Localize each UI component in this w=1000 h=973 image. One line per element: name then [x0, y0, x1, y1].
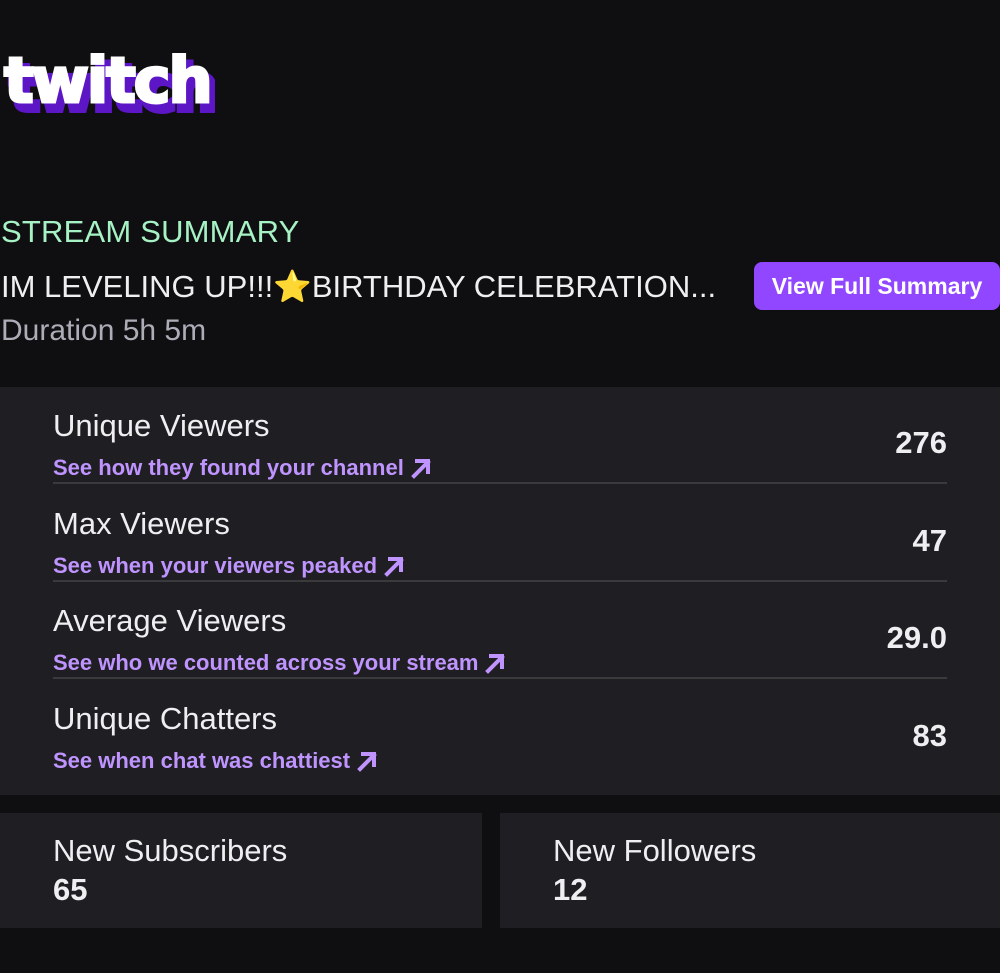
divider [53, 677, 947, 679]
stat-link-text[interactable]: See when your viewers peaked [53, 553, 377, 579]
stats-panel: Unique Viewers See how they found your c… [0, 387, 1000, 795]
stat-row-average-viewers: Average Viewers See who we counted acros… [53, 582, 947, 679]
card-value: 65 [53, 872, 88, 907]
divider [53, 482, 947, 484]
new-subscribers-card: New Subscribers 65 [0, 813, 482, 928]
stat-row-unique-viewers: Unique Viewers See how they found your c… [53, 387, 947, 484]
stat-link[interactable]: See when your viewers peaked [53, 553, 405, 579]
section-label: STREAM SUMMARY [1, 214, 300, 249]
stat-label: Average Viewers [53, 603, 287, 638]
stat-value: 47 [912, 523, 947, 558]
svg-text:twitch: twitch [4, 44, 211, 117]
stat-link[interactable]: See how they found your channel [53, 455, 432, 481]
stream-duration: Duration 5h 5m [1, 314, 207, 347]
arrow-up-right-icon [384, 557, 404, 577]
stat-value: 276 [895, 425, 947, 460]
stat-link-text[interactable]: See who we counted across your stream [53, 650, 478, 676]
stat-label: Max Viewers [53, 506, 230, 541]
stat-label: Unique Chatters [53, 701, 278, 736]
twitch-logo[interactable]: twitch twitch [0, 43, 222, 129]
stat-row-unique-chatters: Unique Chatters See when chat was chatti… [53, 680, 947, 777]
stat-value: 83 [912, 718, 947, 753]
stream-title-text: IM LEVELING UP!!! [1, 269, 274, 304]
stat-link[interactable]: See who we counted across your stream [53, 650, 506, 676]
stream-title: IM LEVELING UP!!!⭐BIRTHDAY CELEBRATION..… [1, 268, 716, 305]
view-full-summary-button[interactable]: View Full Summary [754, 262, 1000, 310]
stat-label: Unique Viewers [53, 408, 270, 443]
stat-link[interactable]: See when chat was chattiest [53, 748, 378, 774]
new-followers-card: New Followers 12 [500, 813, 1000, 928]
arrow-up-right-icon [357, 752, 377, 772]
stream-title-text-end: BIRTHDAY CELEBRATION... [311, 269, 717, 304]
card-label: New Subscribers [53, 833, 288, 868]
card-label: New Followers [553, 833, 757, 868]
star-icon: ⭐ [273, 269, 312, 304]
arrow-up-right-icon [410, 459, 431, 479]
arrow-up-right-icon [485, 654, 506, 674]
stat-link-text[interactable]: See when chat was chattiest [53, 748, 350, 774]
stat-link-text[interactable]: See how they found your channel [53, 455, 404, 481]
card-value: 12 [553, 872, 588, 907]
stat-row-max-viewers: Max Viewers See when your viewers peaked… [53, 485, 947, 582]
stat-value: 29.0 [886, 620, 947, 655]
